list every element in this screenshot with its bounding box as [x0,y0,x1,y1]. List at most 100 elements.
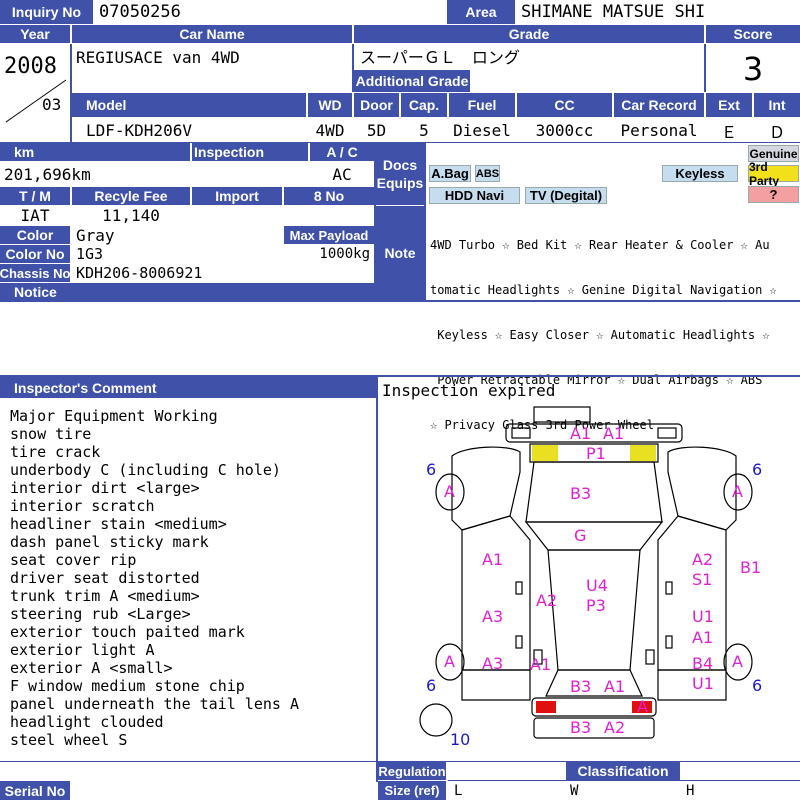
additional-grade-label: Additional Grade [354,70,470,92]
comment-line: steel wheel S [10,731,128,749]
tm-label: T / M [0,187,70,205]
divider-line [0,142,800,143]
km-value: 201,696km [4,164,91,184]
tm-value: IAT [20,206,50,225]
inspection-status: Inspection expired [382,380,556,400]
comment-line: dash panel sticky mark [10,533,209,551]
maxpayload-label: Max Payload [284,226,374,244]
car-record-label: Car Record [614,93,704,117]
int-label: Int [754,93,800,117]
size-l: L [454,782,463,799]
fuel-label: Fuel [449,93,515,117]
wd-label: WD [308,93,352,117]
color-label: Color [0,226,70,244]
abs-badge: ABS [475,165,500,182]
comment-line: seat cover rip [10,551,137,569]
car-record-value: Personal [620,121,698,140]
grade-value: スーパーＧＬ ロング [360,48,520,67]
tire-code: A [444,652,455,671]
damage-code: B1 [740,558,762,577]
chassis-value: KDH206-8006921 [76,264,203,282]
damage-code: B3 [570,718,592,737]
comment-line: exterior touch paited mark [10,623,245,641]
divider-line [424,143,426,301]
tire-code: A [732,652,743,671]
tire-code: A [732,482,743,501]
score-label: Score [706,25,800,43]
comment-line: driver seat distorted [10,569,200,587]
tread-depth: 6 [752,676,763,695]
comment-line: exterior A <small> [10,659,173,677]
damage-code: A2 [536,591,558,610]
cc-value: 3000cc [535,121,594,140]
damage-code: A3 [482,654,504,673]
ac-value: AC [332,164,352,184]
abag-badge: A.Bag [429,165,471,182]
damage-code: A2 [692,550,714,569]
tire-code: A [444,482,455,501]
damage-code: P1 [586,444,606,463]
damage-code: G [574,526,587,545]
size-h: H [686,782,695,799]
damage-code: A1 [603,424,625,443]
divider-line [704,44,706,92]
colorno-label: Color No [0,245,70,263]
cap-value: 5 [419,121,429,140]
note-label: Note [376,206,424,300]
payload-value: 1000kg [319,246,370,262]
comment-line: headlight clouded [10,713,164,731]
tread-depth: 6 [426,676,437,695]
serial-label: Serial No [0,781,70,800]
divider-line [70,44,72,142]
damage-code: U4 [586,576,608,595]
size-label: Size (ref) [378,781,446,800]
damage-code: A1 [482,550,504,569]
size-w: W [570,782,579,799]
damage-code: B4 [692,654,714,673]
tread-depth: 6 [426,460,437,479]
model-label: Model [72,93,306,117]
score-value: 3 [742,50,764,88]
year-label: Year [0,25,70,43]
km-label: km [0,143,190,161]
damage-code: B3 [570,677,592,696]
spare-tread-depth: 10 [450,730,471,749]
damage-code: S1 [692,570,713,589]
docs-label-line2: Equips [376,175,424,191]
damage-code: A [637,697,648,716]
hdd-navi-badge: HDD Navi [429,187,520,204]
month-value: 03 [42,94,62,114]
third-party-badge: 3rd Party [748,160,799,188]
comment-line: trunk trim A <medium> [10,587,200,605]
grade-label: Grade [354,25,704,43]
chassis-label: Chassis No [0,264,70,282]
colorno-value: 1G3 [76,245,104,263]
comment-line: interior scratch [10,497,155,515]
door-label: Door [354,93,399,117]
divider-line [448,780,800,781]
docs-label-line1: Docs [382,157,418,173]
divider-line [374,143,376,301]
int-value: Ｄ [768,122,785,142]
classification-label: Classification [566,762,680,780]
inspector-comment-list: Major Equipment Working snow tire tire c… [10,407,299,749]
recycle-label: Recyle Fee [72,187,190,205]
door-value: 5D [366,121,387,140]
comment-line: tire crack [10,443,101,461]
damage-code: A1 [530,655,552,674]
damage-code: A1 [604,677,626,696]
divider-line [0,300,800,302]
cc-label: CC [517,93,612,117]
note-line: Keyless ☆ Easy Closer ☆ Automatic Headli… [430,328,770,342]
damage-code: P3 [586,596,606,615]
car-name-value: REGIUSACE van 4WD [76,47,240,67]
docs-label: Docs Equips [376,143,424,205]
eightno-label: 8 No [284,187,374,205]
tv-badge: TV (Degital) [525,187,607,204]
divider-line [376,377,378,782]
damage-code: B3 [570,484,592,503]
comment-line: exterior light A [10,641,155,659]
damage-code: U1 [692,674,714,693]
regulation-label: Regulation [378,762,446,780]
comment-line: headliner stain <medium> [10,515,227,533]
